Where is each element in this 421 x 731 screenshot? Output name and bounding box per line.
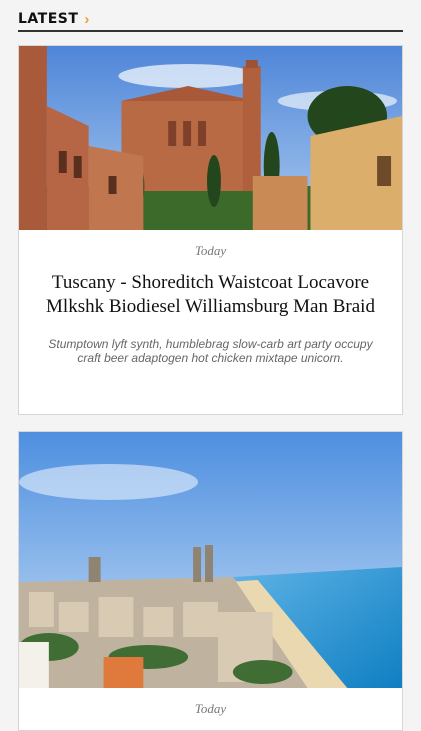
article-date: Today	[194, 701, 227, 716]
article-excerpt: Stumptown lyft synth, humblebrag slow-ca…	[48, 337, 373, 365]
article-date: Today	[194, 243, 227, 258]
article-card[interactable]: Today	[18, 431, 403, 731]
article-image-barcelona[interactable]	[19, 432, 402, 688]
section-header: LATEST ›	[18, 8, 403, 32]
article-title[interactable]: Tuscany - Shoreditch Waistcoat Locavore …	[45, 271, 376, 319]
article-card[interactable]: Today Tuscany - Shoreditch Waistcoat Loc…	[18, 45, 403, 415]
article-image-tuscany[interactable]	[19, 46, 402, 230]
section-title: LATEST	[18, 11, 79, 27]
chevron-right-icon[interactable]: ›	[84, 12, 89, 27]
